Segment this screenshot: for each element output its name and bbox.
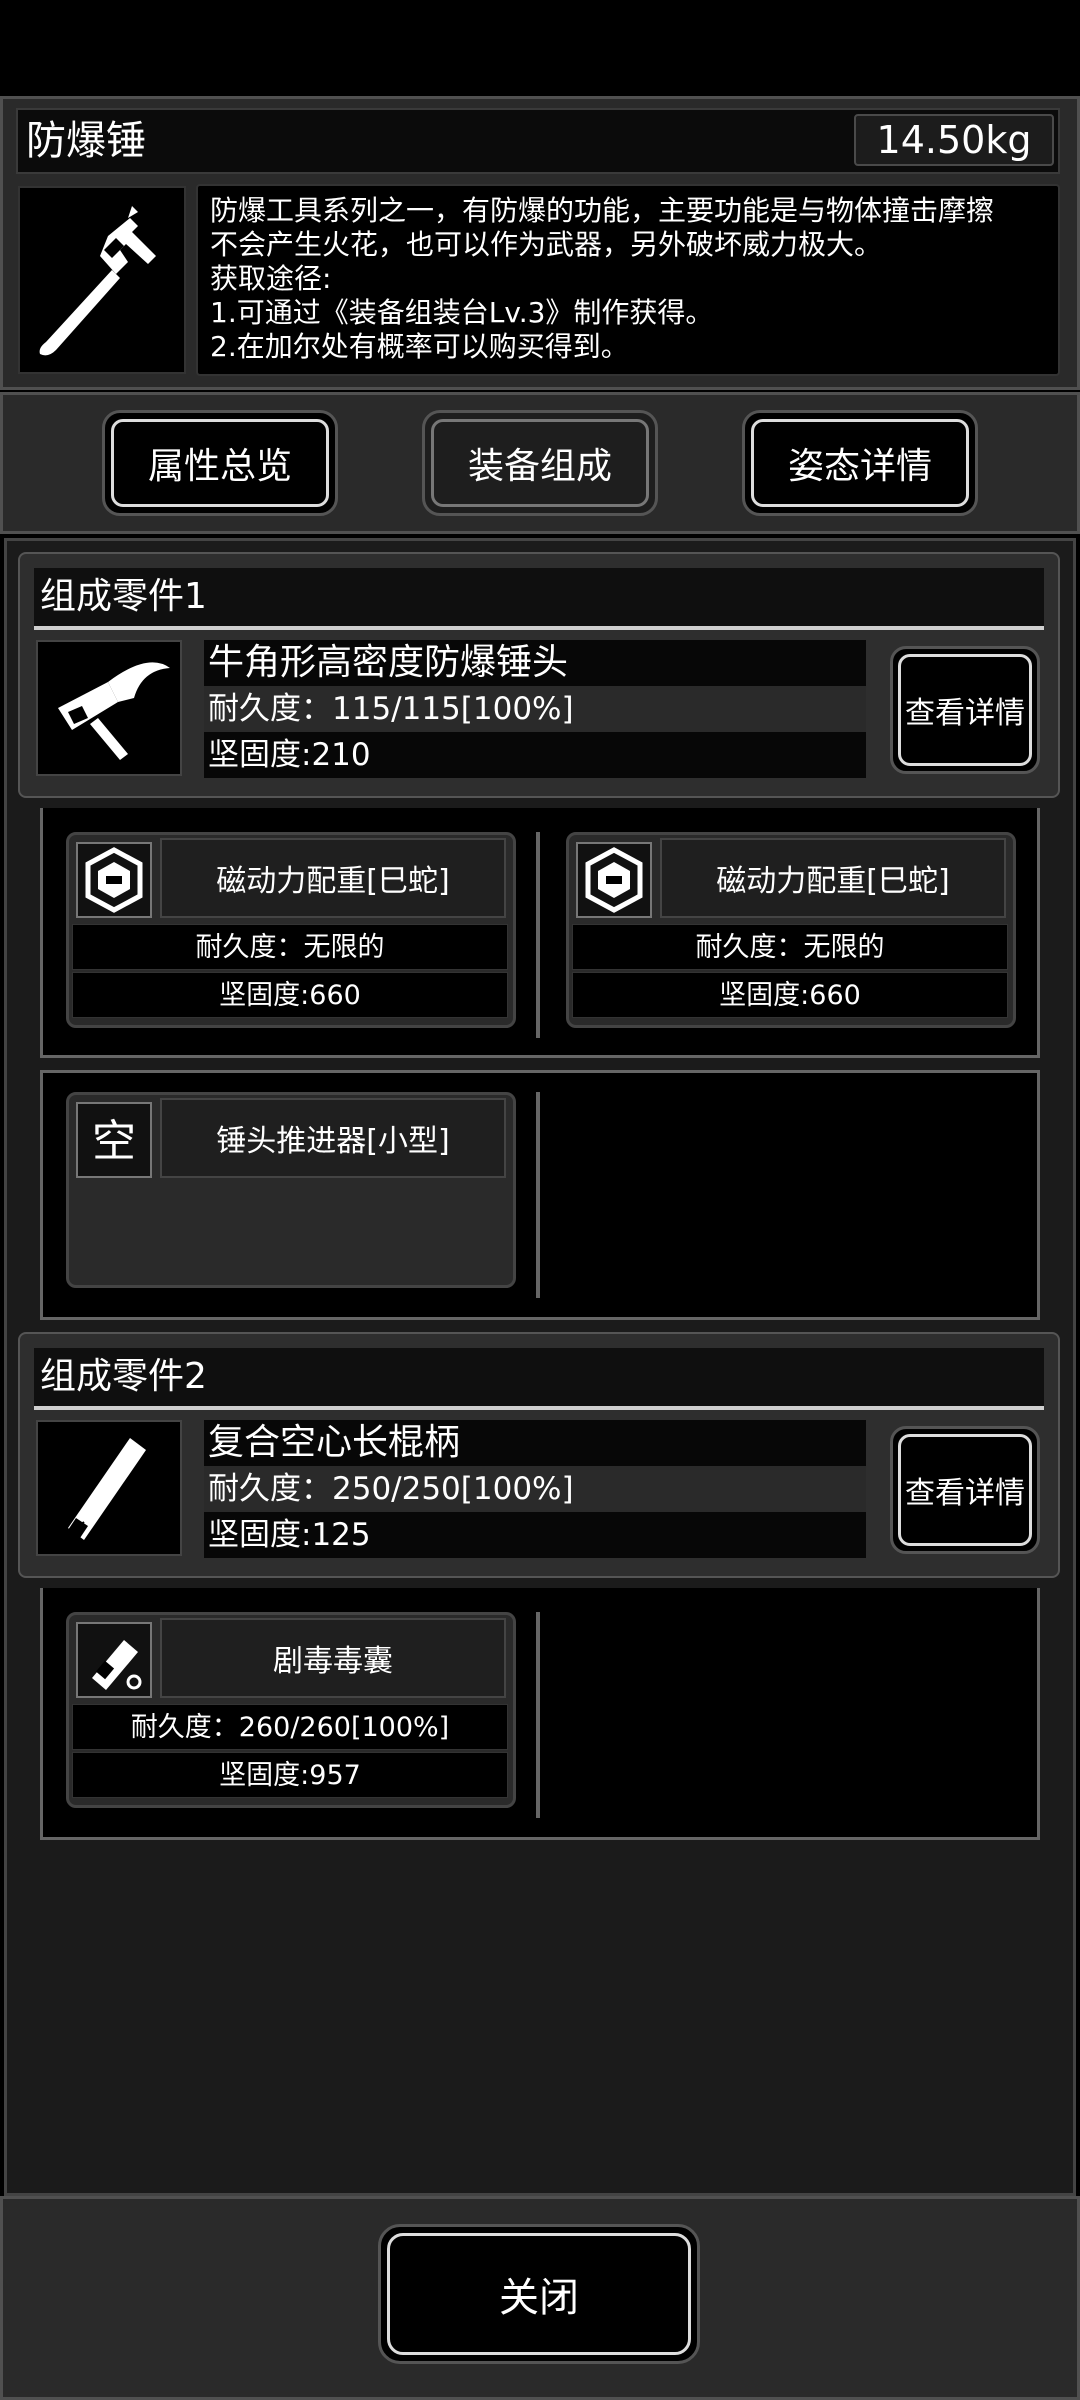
item-icon-frame	[18, 186, 186, 374]
slot-divider	[536, 1092, 540, 1298]
slot-icon-frame	[76, 842, 152, 918]
tab-label: 属性总览	[147, 446, 292, 487]
tab-attribute-overview[interactable]: 属性总览	[102, 410, 338, 516]
slot-firmness: 坚固度:957	[72, 1752, 508, 1798]
description-line: 1.可通过《装备组装台Lv.3》制作获得。	[210, 296, 714, 329]
part-durability: 耐久度：250/250[100%]	[204, 1466, 866, 1512]
item-description: 防爆工具系列之一，有防爆的功能，主要功能是与物体撞击摩擦 不会产生火花，也可以作…	[196, 184, 1060, 376]
empty-slot-marker: 空	[76, 1102, 152, 1178]
slot-durability: 耐久度：无限的	[72, 924, 508, 970]
tab-stance-details[interactable]: 姿态详情	[742, 410, 978, 516]
close-label: 关闭	[499, 2275, 579, 2321]
slot-icon-frame	[576, 842, 652, 918]
part-title: 组成零件2	[34, 1348, 1044, 1406]
slot-name: 剧毒毒囊	[160, 1618, 506, 1698]
description-line: 不会产生火花，也可以作为武器，另外破坏威力极大。	[210, 228, 883, 261]
slot-name: 磁动力配重[巳蛇]	[160, 838, 506, 918]
close-button[interactable]: 关闭	[378, 2224, 700, 2364]
hammer-head-icon	[58, 662, 170, 760]
slot-durability: 耐久度：无限的	[572, 924, 1008, 970]
part-firmness: 坚固度:210	[204, 732, 866, 778]
view-details-button-2[interactable]: 查看详情	[890, 1426, 1040, 1554]
part-title: 组成零件1	[34, 568, 1044, 626]
slot-divider	[536, 1612, 540, 1818]
part-title-divider	[34, 626, 1044, 630]
part-name: 牛角形高密度防爆锤头	[204, 640, 866, 686]
view-details-label: 查看详情	[905, 696, 1025, 731]
item-name: 防爆锤	[26, 118, 146, 164]
view-details-label: 查看详情	[905, 1476, 1025, 1511]
slot-divider	[536, 832, 540, 1038]
item-weight: 14.50kg	[854, 114, 1054, 166]
handle-icon	[68, 1438, 146, 1540]
tab-equipment-composition[interactable]: 装备组成	[422, 410, 658, 516]
tab-label: 装备组成	[467, 446, 612, 487]
slot-name: 锤头推进器[小型]	[160, 1098, 506, 1178]
part-icon-frame	[36, 1420, 182, 1556]
slot-durability: 耐久度：260/260[100%]	[72, 1704, 508, 1750]
part-icon-frame	[36, 640, 182, 776]
tab-label: 姿态详情	[787, 446, 932, 487]
part-durability: 耐久度：115/115[100%]	[204, 686, 866, 732]
hexagon-magnet-icon	[85, 847, 143, 913]
description-line: 防爆工具系列之一，有防爆的功能，主要功能是与物体撞击摩擦	[210, 194, 995, 227]
part-name: 复合空心长棍柄	[204, 1420, 866, 1466]
slot-name: 磁动力配重[巳蛇]	[660, 838, 1006, 918]
part-title-divider	[34, 1406, 1044, 1410]
poison-capsule-icon	[92, 1640, 142, 1690]
slot-icon-frame	[76, 1622, 152, 1698]
description-line: 2.在加尔处有概率可以购买得到。	[210, 330, 629, 363]
slot-firmness: 坚固度:660	[572, 972, 1008, 1018]
description-line: 获取途径:	[210, 262, 332, 295]
part-firmness: 坚固度:125	[204, 1512, 866, 1558]
hexagon-magnet-icon	[585, 847, 643, 913]
view-details-button-1[interactable]: 查看详情	[890, 646, 1040, 774]
slot-firmness: 坚固度:660	[72, 972, 508, 1018]
hammer-icon	[39, 206, 156, 356]
